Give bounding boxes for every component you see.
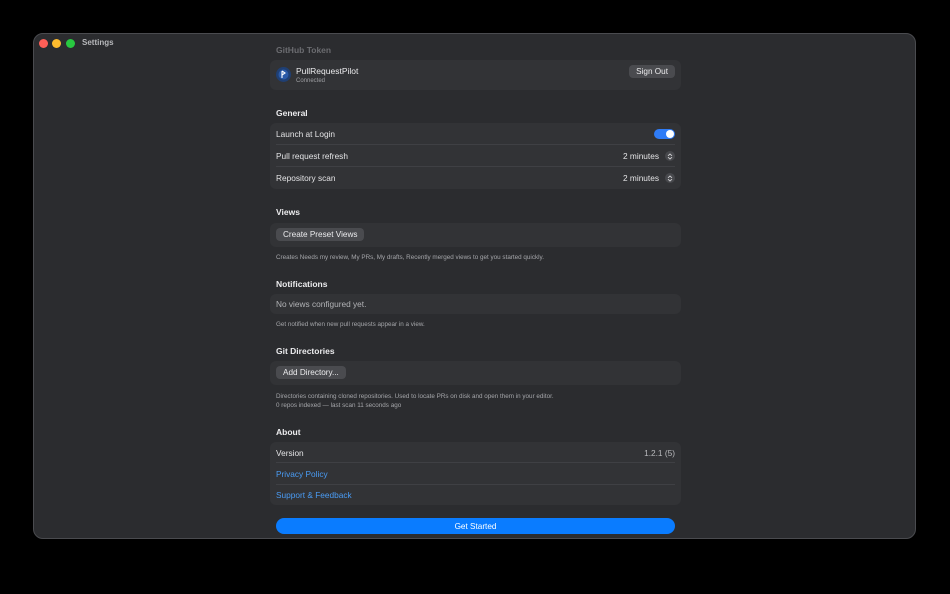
chevron-updown-icon: [667, 152, 673, 160]
github-section-title: GitHub Token: [276, 45, 332, 55]
sign-out-button[interactable]: Sign Out: [629, 65, 675, 78]
support-row: Support & Feedback: [276, 489, 675, 501]
pr-refresh-label: Pull request refresh: [276, 151, 348, 161]
views-card: Create Preset Views: [270, 223, 681, 247]
chevron-updown-icon: [667, 174, 673, 182]
pr-refresh-row: Pull request refresh 2 minutes: [276, 150, 675, 162]
notifications-note: Get notified when new pull requests appe…: [276, 321, 425, 328]
divider: [276, 484, 675, 485]
git-directories-section-title: Git Directories: [276, 346, 335, 356]
settings-content[interactable]: GitHub Token PullRequestPilot Connected …: [270, 34, 681, 538]
divider: [276, 462, 675, 463]
support-feedback-link[interactable]: Support & Feedback: [276, 490, 352, 500]
version-value: 1.2.1 (5): [644, 448, 675, 458]
toggle-knob: [666, 130, 674, 138]
notifications-section-title: Notifications: [276, 279, 328, 289]
add-directory-button[interactable]: Add Directory...: [276, 366, 346, 379]
general-section-title: General: [276, 108, 308, 118]
get-started-button[interactable]: Get Started: [276, 518, 675, 534]
version-label: Version: [276, 448, 304, 458]
repos-indexed-status: 0 repos indexed — last scan 11 seconds a…: [276, 402, 402, 409]
window-title: Settings: [82, 38, 114, 47]
create-preset-views-button[interactable]: Create Preset Views: [276, 228, 365, 241]
launch-at-login-toggle[interactable]: [654, 129, 675, 139]
close-window-button[interactable]: [39, 39, 48, 48]
repo-scan-stepper[interactable]: [665, 173, 675, 183]
git-directories-note: Directories containing cloned repositori…: [276, 393, 554, 400]
about-card: Version 1.2.1 (5) Privacy Policy Support…: [270, 442, 681, 505]
repo-scan-value: 2 minutes: [623, 173, 659, 183]
app-avatar-icon: [276, 67, 291, 82]
general-card: Launch at Login Pull request refresh 2 m…: [270, 123, 681, 189]
zoom-window-button[interactable]: [66, 39, 75, 48]
settings-window: Settings GitHub Token PullRequestPilot C…: [33, 33, 916, 539]
launch-at-login-row: Launch at Login: [276, 128, 675, 140]
privacy-row: Privacy Policy: [276, 468, 675, 480]
github-account-card: PullRequestPilot Connected Sign Out: [270, 60, 681, 90]
about-section-title: About: [276, 427, 301, 437]
pr-refresh-value: 2 minutes: [623, 151, 659, 161]
notifications-card: No views configured yet.: [270, 294, 681, 314]
account-name: PullRequestPilot: [296, 66, 359, 76]
minimize-window-button[interactable]: [52, 39, 61, 48]
account-status: Connected: [296, 78, 326, 84]
version-row: Version 1.2.1 (5): [276, 446, 675, 460]
pr-refresh-stepper[interactable]: [665, 151, 675, 161]
repo-scan-label: Repository scan: [276, 173, 336, 183]
divider: [276, 144, 675, 145]
views-section-title: Views: [276, 207, 300, 217]
repo-scan-row: Repository scan 2 minutes: [276, 172, 675, 184]
privacy-policy-link[interactable]: Privacy Policy: [276, 469, 328, 479]
divider: [276, 166, 675, 167]
views-note: Creates Needs my review, My PRs, My draf…: [276, 254, 544, 261]
git-directories-card: Add Directory...: [270, 361, 681, 385]
launch-at-login-label: Launch at Login: [276, 129, 336, 139]
no-views-text: No views configured yet.: [276, 299, 367, 309]
